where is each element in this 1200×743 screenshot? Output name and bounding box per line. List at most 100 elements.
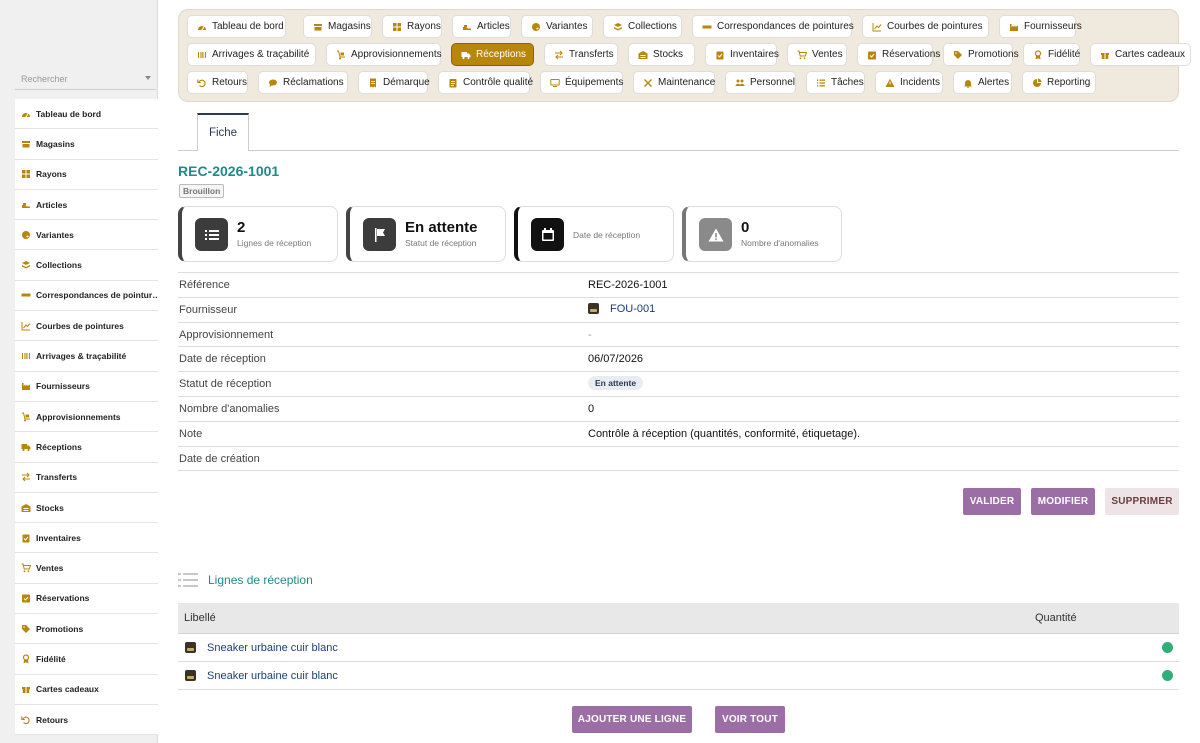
fournisseur-link[interactable]: FOU-001 (588, 303, 655, 315)
sidebar-item[interactable]: Réceptions (15, 432, 158, 463)
record-title: REC-2026-1001 (178, 163, 280, 179)
nav-button[interactable]: Réceptions (451, 43, 534, 66)
field-label: Approvisionnement (179, 328, 274, 341)
nav-button-label: Fournisseurs (1024, 21, 1082, 32)
nav-button-label: Rayons (407, 21, 441, 32)
sidebar-item[interactable]: Ventes (15, 553, 158, 584)
nav-button[interactable]: Fournisseurs (999, 15, 1082, 38)
sidebar-item[interactable]: Correspondances de pointur… (15, 281, 158, 312)
nav-button[interactable]: Correspondances de pointures (692, 15, 854, 38)
tag-icon (953, 50, 963, 60)
warning-icon (699, 218, 732, 251)
sidebar-item[interactable]: Inventaires (15, 523, 158, 554)
view-all-button[interactable]: VOIR TOUT (715, 706, 785, 733)
status-pill: En attente (588, 376, 644, 391)
sidebar-item[interactable]: Collections (15, 250, 158, 281)
nav-button[interactable]: Articles (452, 15, 511, 38)
nav-button-label: Réclamations (283, 77, 344, 88)
nav-button[interactable]: Incidents (875, 71, 943, 94)
shoe-icon (21, 200, 31, 210)
nav-button[interactable]: Cartes cadeaux (1090, 43, 1191, 66)
nav-button[interactable]: Alertes (953, 71, 1012, 94)
status-badge: Brouillon (179, 184, 225, 198)
sidebar-item[interactable]: Réservations (15, 584, 158, 615)
sidebar-item-label: Tableau de bord (36, 108, 102, 119)
nav-button[interactable]: Tableau de bord (187, 15, 286, 38)
sidebar-item[interactable]: Transferts (15, 463, 158, 493)
sidebar-item[interactable]: Magasins (15, 129, 158, 160)
sidebar-item-label: Cartes cadeaux (36, 684, 99, 695)
nav-button[interactable]: Approvisionnements (326, 43, 442, 66)
nav-button[interactable]: Réservations (857, 43, 940, 66)
line-label[interactable]: Sneaker urbaine cuir blanc (207, 670, 338, 682)
field-value: REC-2026-1001 (588, 279, 668, 291)
nav-button[interactable]: Inventaires (705, 43, 779, 66)
sidebar-item[interactable]: Variantes (15, 220, 158, 251)
nav-button[interactable]: Magasins (303, 15, 372, 38)
nav-button[interactable]: Ventes (787, 43, 847, 66)
nav-button[interactable]: Reporting (1022, 71, 1096, 94)
edit-button[interactable]: MODIFIER (1031, 488, 1095, 515)
line-label[interactable]: Sneaker urbaine cuir blanc (207, 642, 338, 654)
nav-button[interactable]: Personnel (725, 71, 796, 94)
chart-icon (872, 22, 882, 32)
sidebar-item[interactable]: Retours (15, 705, 158, 736)
add-line-button[interactable]: AJOUTER UNE LIGNE (572, 706, 692, 733)
nav-button[interactable]: Contrôle qualité (438, 71, 533, 94)
record-details: Référence REC-2026-1001 Fournisseur FOU-… (178, 272, 1179, 472)
nav-button[interactable]: Courbes de pointures (862, 15, 989, 38)
nav-button[interactable]: Démarque (358, 71, 430, 94)
validate-button[interactable]: VALIDER (963, 488, 1021, 515)
sidebar-item-label: Fidélité (36, 653, 66, 664)
field-label: Date de réception (179, 353, 266, 366)
sidebar-item[interactable]: Arrivages & traçabilité (15, 341, 158, 372)
nav-button[interactable]: Tâches (806, 71, 865, 94)
truck-icon (21, 442, 31, 452)
nav-button[interactable]: Retours (187, 71, 248, 94)
sidebar-item[interactable]: Stocks (15, 493, 158, 524)
sidebar-item-label: Courbes de pointures (36, 320, 124, 331)
warehouse-icon (21, 503, 31, 513)
sidebar-item-label: Rayons (36, 169, 67, 180)
flag-icon (363, 218, 396, 251)
sidebar-item[interactable]: Promotions (15, 614, 158, 645)
nav-button[interactable]: Transferts (544, 43, 618, 66)
nav-button[interactable]: Stocks (628, 43, 695, 66)
card-date: Date de réception (514, 206, 674, 262)
ruler-icon (702, 22, 712, 32)
sidebar-item[interactable]: Articles (15, 190, 158, 221)
tab-fiche[interactable]: Fiche (197, 113, 249, 151)
field-value: 06/07/2026 (588, 353, 644, 366)
lines-section-header: Lignes de réception (178, 571, 313, 589)
sidebar-item-label: Réservations (36, 593, 90, 604)
nav-button[interactable]: Variantes (521, 15, 593, 38)
sidebar-item[interactable]: Tableau de bord (15, 99, 158, 130)
sidebar-item[interactable]: Fidélité (15, 644, 158, 675)
nav-button[interactable]: Rayons (382, 15, 442, 38)
nav-button-label: Tableau de bord (212, 21, 284, 32)
sidebar-item[interactable]: Cartes cadeaux (15, 675, 158, 705)
tag-icon (21, 624, 31, 634)
nav-button[interactable]: Fidélité (1023, 43, 1080, 66)
sidebar-item[interactable]: Fournisseurs (15, 372, 158, 402)
table-row[interactable]: Sneaker urbaine cuir blanc (178, 634, 1179, 662)
nav-button[interactable]: Réclamations (258, 71, 348, 94)
nav-button[interactable]: Promotions (943, 43, 1019, 66)
nav-button[interactable]: Collections (603, 15, 682, 38)
sidebar-item-label: Variantes (36, 229, 74, 240)
truck-icon (461, 50, 471, 60)
arrows-icon (21, 472, 31, 482)
table-row[interactable]: Sneaker urbaine cuir blanc (178, 662, 1179, 690)
search-select[interactable]: Rechercher (15, 68, 156, 90)
sidebar-item[interactable]: Approvisionnements (15, 402, 158, 433)
store-icon (313, 22, 323, 32)
list-icon (195, 218, 228, 251)
sidebar-item[interactable]: Rayons (15, 160, 158, 190)
delete-button[interactable]: SUPPRIMER (1105, 488, 1179, 515)
nav-button[interactable]: Équipements (540, 71, 623, 94)
nav-button[interactable]: Maintenance (633, 71, 715, 94)
sidebar-item[interactable]: Courbes de pointures (15, 311, 158, 342)
chart-icon (21, 321, 31, 331)
nav-button[interactable]: Arrivages & traçabilité (187, 43, 316, 66)
nav-button-label: Correspondances de pointures (717, 21, 854, 32)
